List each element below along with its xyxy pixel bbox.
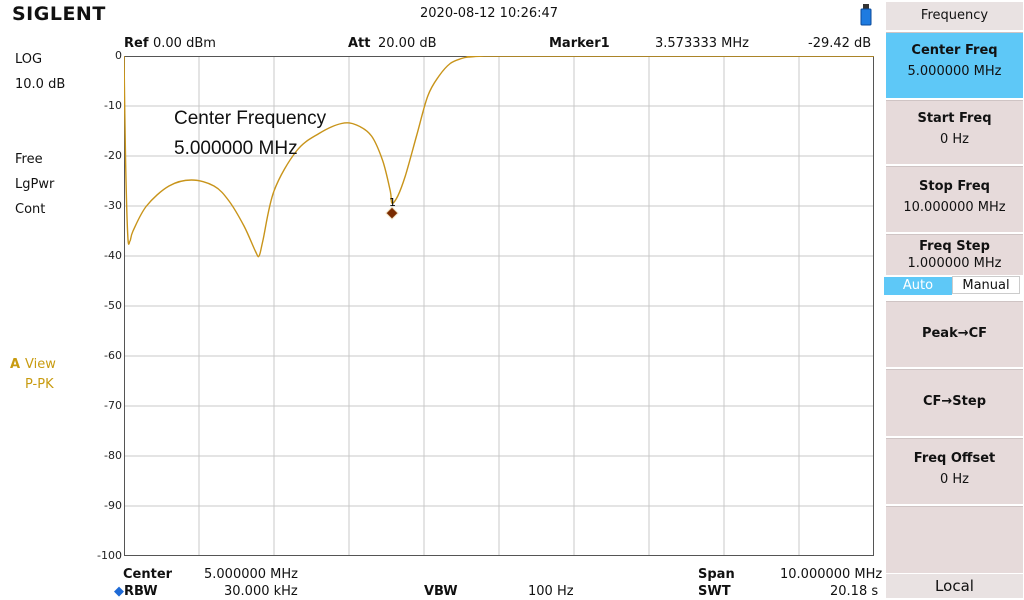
scale-type: LOG bbox=[15, 52, 43, 67]
y-tick-label: 0 bbox=[115, 49, 122, 62]
rbw-diamond-icon: ◆ bbox=[114, 584, 124, 599]
annotation-line1: Center Frequency bbox=[174, 108, 327, 129]
y-tick-label: -80 bbox=[104, 449, 122, 462]
cf-to-step-key-label: CF→Step bbox=[922, 394, 986, 409]
freq-offset-key-label: Freq Offset bbox=[913, 451, 996, 466]
freq-offset-key[interactable]: Freq Offset 0 Hz bbox=[886, 438, 1023, 504]
datetime: 2020-08-12 10:26:47 bbox=[420, 6, 559, 21]
stop-freq-key[interactable]: Stop Freq 10.000000 MHz bbox=[886, 166, 1023, 232]
freq-step-key[interactable]: Freq Step 1.000000 MHz bbox=[886, 234, 1023, 275]
start-freq-key-label: Start Freq bbox=[917, 111, 992, 126]
center-label: Center bbox=[123, 567, 173, 582]
y-tick-label: -90 bbox=[104, 499, 122, 512]
brand-logo: SIGLENT bbox=[12, 3, 106, 25]
local-button[interactable]: Local bbox=[886, 574, 1023, 598]
span-label: Span bbox=[698, 567, 735, 582]
marker-label: Marker1 bbox=[549, 36, 610, 51]
center-freq-key-value: 5.000000 MHz bbox=[907, 64, 1002, 79]
cf-to-step-key[interactable]: CF→Step bbox=[886, 369, 1023, 436]
trigger-mode: Free bbox=[15, 152, 43, 167]
center-value: 5.000000 MHz bbox=[204, 567, 298, 582]
ref-value: 0.00 dBm bbox=[153, 36, 216, 51]
vbw-label: VBW bbox=[424, 584, 458, 599]
freq-step-toggle[interactable]: Auto Manual bbox=[884, 276, 1023, 296]
y-tick-label: -60 bbox=[104, 349, 122, 362]
peak-to-cf-key[interactable]: Peak→CF bbox=[886, 301, 1023, 367]
y-tick-label: -20 bbox=[104, 149, 122, 162]
rbw-label: ◆RBW bbox=[114, 584, 158, 599]
y-tick-label: -70 bbox=[104, 399, 122, 412]
plot-grid bbox=[124, 56, 874, 556]
peak-to-cf-key-label: Peak→CF bbox=[921, 326, 988, 341]
stop-freq-key-value: 10.000000 MHz bbox=[903, 200, 1006, 215]
ref-label: Ref bbox=[124, 36, 149, 51]
sweep-mode: Cont bbox=[15, 202, 46, 217]
stop-freq-key-label: Stop Freq bbox=[919, 179, 990, 194]
manual-option[interactable]: Manual bbox=[952, 276, 1020, 294]
y-tick-label: -40 bbox=[104, 249, 122, 262]
y-tick-label: -50 bbox=[104, 299, 122, 312]
freq-step-key-label: Freq Step bbox=[919, 239, 990, 254]
y-tick-label: -30 bbox=[104, 199, 122, 212]
swt-value: 20.18 s bbox=[830, 584, 879, 599]
freq-offset-key-value: 0 Hz bbox=[939, 472, 969, 487]
att-value: 20.00 dB bbox=[378, 36, 437, 51]
vbw-value: 100 Hz bbox=[528, 584, 574, 599]
y-tick-label: -100 bbox=[97, 549, 122, 562]
swt-label: SWT bbox=[698, 584, 731, 599]
marker-level: -29.42 dB bbox=[808, 36, 872, 51]
usb-icon bbox=[860, 4, 872, 26]
att-label: Att bbox=[348, 36, 371, 51]
start-freq-key[interactable]: Start Freq 0 Hz bbox=[886, 100, 1023, 164]
freq-step-key-value: 1.000000 MHz bbox=[907, 256, 1002, 271]
trace-id: A bbox=[10, 357, 21, 372]
scale-division: 10.0 dB bbox=[15, 77, 66, 92]
marker-frequency: 3.573333 MHz bbox=[655, 36, 749, 51]
rbw-value: 30.000 kHz bbox=[224, 584, 298, 599]
center-freq-key[interactable]: Center Freq 5.000000 MHz bbox=[886, 32, 1023, 98]
trace-mode: View bbox=[25, 357, 56, 372]
annotation-line2: 5.000000 MHz bbox=[174, 138, 298, 159]
trace-detector: P-PK bbox=[25, 377, 54, 392]
detector-type: LgPwr bbox=[15, 177, 55, 192]
y-tick-label: -10 bbox=[104, 99, 122, 112]
center-freq-key-label: Center Freq bbox=[911, 43, 998, 58]
empty-key[interactable] bbox=[886, 506, 1023, 573]
spectrum-plot[interactable]: 1 Center Frequency 5.000000 MHz bbox=[124, 56, 874, 556]
span-value: 10.000000 MHz bbox=[780, 567, 883, 582]
start-freq-key-value: 0 Hz bbox=[939, 132, 969, 147]
menu-title: Frequency bbox=[886, 2, 1023, 30]
marker-number: 1 bbox=[389, 196, 396, 209]
auto-option[interactable]: Auto bbox=[884, 277, 952, 295]
